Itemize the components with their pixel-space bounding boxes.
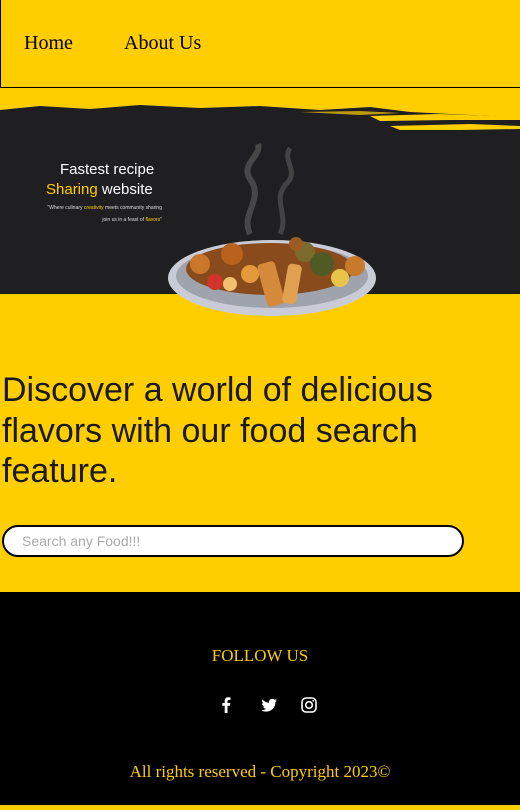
- hero-quote-accent: creativity: [83, 205, 104, 211]
- hero-quote-text: join us in a feast of: [102, 217, 146, 223]
- follow-us-heading: FOLLOW US: [211, 646, 309, 665]
- hero-banner: Fastest recipe Sharing website "Where cu…: [0, 104, 520, 316]
- food-search-input[interactable]: [2, 525, 464, 557]
- hero-quote-line1: "Where culinary creativity meets communi…: [28, 205, 162, 211]
- hero-title-accent: Sharing: [46, 181, 98, 198]
- hero-quote-text: ": [160, 217, 162, 223]
- hero-quote-text: meets community sharing: [103, 205, 162, 211]
- hero-title-line1: Fastest recipe: [60, 161, 155, 178]
- page-headline: Discover a world of delicious flavors wi…: [2, 371, 433, 490]
- nav-about-link[interactable]: About Us: [124, 32, 201, 55]
- instagram-icon[interactable]: [299, 695, 319, 715]
- hero-title-line2: Sharing website: [46, 181, 153, 198]
- hero-quote-text: "Where culinary: [47, 205, 84, 211]
- top-nav: Home About Us: [0, 0, 520, 88]
- facebook-icon[interactable]: [216, 695, 236, 715]
- hero-quote-line2: join us in a feast of flavors": [28, 217, 162, 223]
- copyright-text: All rights reserved - Copyright 2023©: [129, 762, 391, 781]
- hero-quote-accent: flavors: [145, 217, 161, 223]
- nav-home-link[interactable]: Home: [24, 32, 73, 55]
- twitter-icon[interactable]: [259, 695, 279, 715]
- bottom-accent-strip: [0, 805, 520, 810]
- hero-title-rest: website: [97, 181, 153, 198]
